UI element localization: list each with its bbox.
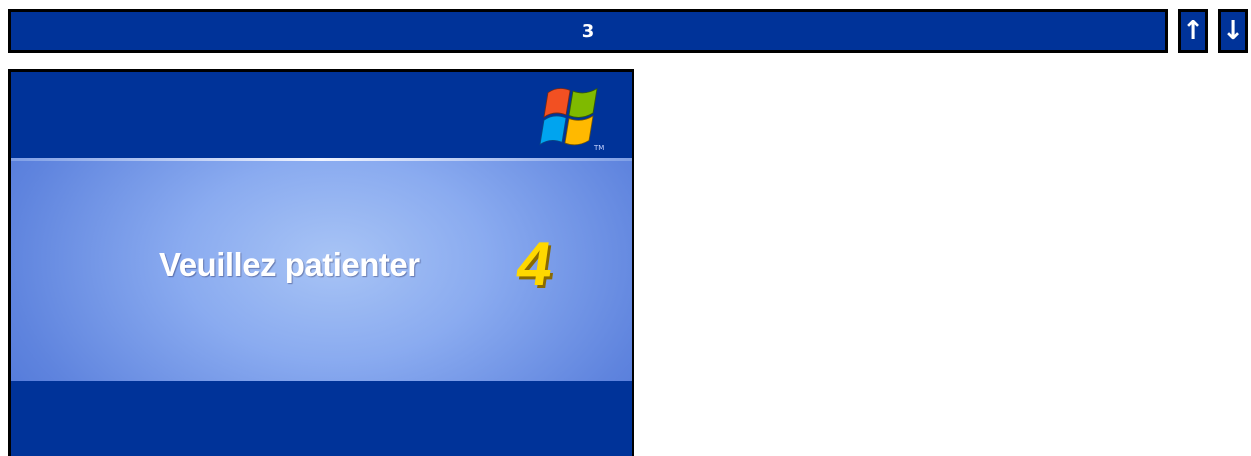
please-wait-message: Veuillez patienter bbox=[159, 246, 420, 283]
boot-screen: TM Veuillez patienter 4 bbox=[8, 69, 634, 456]
windows-logo-icon: TM bbox=[539, 87, 604, 152]
up-arrow-button[interactable]: ↑ bbox=[1178, 9, 1208, 53]
svg-text:TM: TM bbox=[593, 144, 604, 152]
down-arrow-button[interactable]: ↓ bbox=[1218, 9, 1248, 53]
screen-bottom-band bbox=[11, 381, 632, 456]
top-value: 3 bbox=[581, 20, 595, 42]
down-arrow-icon: ↓ bbox=[1222, 16, 1244, 46]
top-value-bar: 3 bbox=[8, 9, 1168, 53]
up-arrow-icon: ↑ bbox=[1182, 16, 1204, 46]
